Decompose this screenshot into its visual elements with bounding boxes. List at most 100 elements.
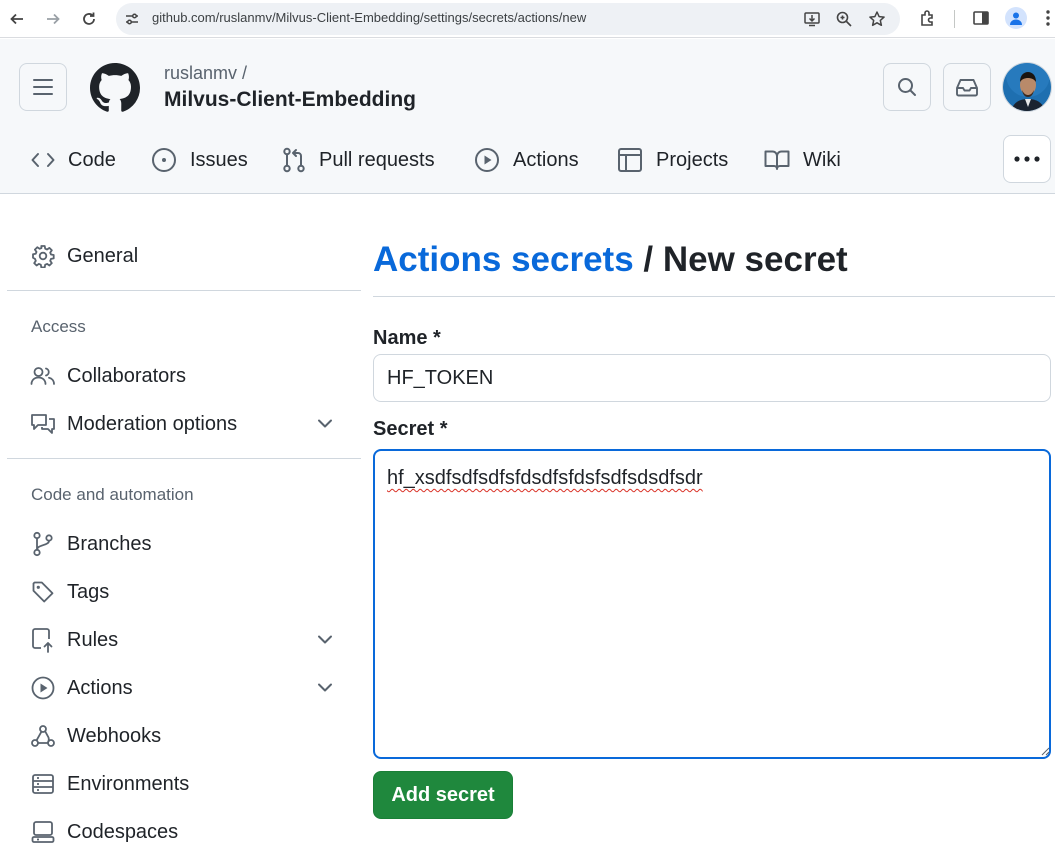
tag-icon (30, 579, 56, 605)
repo-owner-link[interactable]: ruslanmv / (164, 63, 247, 84)
secret-value-textarea[interactable]: hf_xsdfsdfsdfsfdsdfsfdsfsdfsdsdfsdr (373, 449, 1051, 759)
tab-actions-label: Actions (513, 148, 579, 171)
webhook-icon (30, 723, 56, 749)
tab-code-label: Code (68, 148, 116, 171)
toolbar-divider (954, 10, 955, 28)
tab-pull-requests[interactable]: Pull requests (282, 135, 435, 185)
sidebar-item-codespaces-label: Codespaces (67, 820, 179, 843)
git-pull-request-icon (283, 147, 305, 173)
tab-projects[interactable]: Projects (617, 135, 728, 185)
sidebar-item-environments[interactable]: Environments (30, 764, 340, 804)
resize-handle-icon[interactable] (1040, 746, 1050, 756)
page-title: Actions secrets / New secret (373, 240, 848, 280)
sidebar-item-webhooks-label: Webhooks (67, 724, 162, 747)
table-icon (618, 148, 642, 172)
menu-kebab-icon[interactable] (1037, 7, 1055, 29)
tab-issues[interactable]: Issues (151, 135, 248, 185)
sidebar-item-branches-label: Branches (67, 532, 152, 555)
codespaces-icon (30, 819, 56, 845)
sidebar-item-collaborators[interactable]: Collaborators (30, 356, 340, 396)
site-info-icon[interactable] (123, 10, 141, 28)
sidebar-item-tags-label: Tags (67, 580, 110, 603)
profile-icon (1005, 7, 1027, 29)
sidebar-item-moderation-label: Moderation options (67, 412, 238, 435)
secret-value-text: hf_xsdfsdfsdfsfdsdfsfdsfsdfsdsdfsdr (387, 467, 703, 489)
chevron-down-icon[interactable] (316, 630, 334, 648)
bookmark-star-icon[interactable] (867, 9, 887, 29)
sidebar-item-actions[interactable]: Actions (30, 668, 340, 708)
sidebar-item-webhooks[interactable]: Webhooks (30, 716, 340, 756)
tab-issues-label: Issues (190, 148, 248, 171)
git-branch-icon (30, 531, 56, 557)
sidebar-item-rules-label: Rules (67, 628, 119, 651)
chevron-down-icon[interactable] (316, 414, 334, 432)
sidebar-item-rules[interactable]: Rules (30, 620, 340, 660)
sidebar-divider (7, 290, 361, 291)
sidebar-item-branches[interactable]: Branches (30, 524, 340, 564)
tab-code[interactable]: Code (31, 135, 116, 185)
gear-icon (30, 243, 56, 269)
breadcrumb-actions-secrets-link[interactable]: Actions secrets (373, 240, 634, 279)
zoom-icon[interactable] (834, 9, 854, 29)
code-icon (31, 153, 55, 167)
book-icon (764, 150, 790, 170)
arrow-right-icon (47, 13, 60, 25)
github-mark-icon (90, 63, 140, 112)
page-title-text: New secret (662, 240, 848, 279)
name-field-label: Name * (373, 327, 441, 349)
hamburger-icon (33, 79, 53, 95)
issue-opened-icon (152, 148, 176, 172)
tab-projects-label: Projects (656, 148, 729, 171)
sidebar-item-general-label: General (67, 244, 139, 267)
url-text: github.com/ruslanmv/Milvus-Client-Embedd… (152, 10, 587, 25)
sidebar-item-environments-label: Environments (67, 772, 190, 795)
sidebar-divider (7, 458, 361, 459)
breadcrumb-separator: / (633, 240, 663, 279)
sidebar-item-tags[interactable]: Tags (30, 572, 340, 612)
back-button[interactable] (4, 6, 30, 32)
chevron-down-icon[interactable] (316, 678, 334, 696)
repo-header: ruslanmv / Milvus-Client-Embedding Code … (0, 39, 1055, 194)
tab-wiki-label: Wiki (803, 148, 841, 171)
side-panel-icon[interactable] (970, 7, 992, 29)
play-icon (475, 148, 499, 172)
hamburger-menu-button[interactable] (19, 63, 67, 111)
extensions-icon[interactable] (917, 7, 939, 29)
github-logo[interactable] (90, 63, 140, 113)
user-avatar-icon (1003, 63, 1051, 111)
play-icon (30, 675, 56, 701)
avatar[interactable] (1002, 62, 1052, 112)
search-icon (898, 78, 916, 96)
title-divider (373, 296, 1055, 297)
sidebar-item-moderation[interactable]: Moderation options (30, 404, 340, 444)
tab-pull-requests-label: Pull requests (319, 148, 435, 171)
reload-button[interactable] (76, 6, 102, 32)
sidebar-heading-code-automation: Code and automation (31, 485, 194, 504)
profile-button[interactable] (1005, 7, 1027, 29)
browser-toolbar: github.com/ruslanmv/Milvus-Client-Embedd… (0, 0, 1055, 38)
search-button[interactable] (883, 63, 931, 111)
server-icon (30, 771, 56, 797)
forward-button[interactable] (40, 6, 66, 32)
people-icon (30, 363, 56, 389)
repo-push-icon (30, 627, 56, 653)
sidebar-item-collaborators-label: Collaborators (67, 364, 186, 387)
kebab-horizontal-icon (1014, 156, 1040, 162)
secret-field-label: Secret * (373, 418, 448, 440)
sidebar-heading-access: Access (31, 317, 86, 336)
reload-icon (83, 12, 95, 25)
tab-actions[interactable]: Actions (474, 135, 579, 185)
tab-wiki[interactable]: Wiki (764, 135, 841, 185)
inbox-icon (956, 79, 978, 97)
more-tabs-button[interactable] (1003, 135, 1051, 183)
inbox-button[interactable] (943, 63, 991, 111)
install-app-icon[interactable] (802, 9, 822, 29)
add-secret-button[interactable]: Add secret (373, 771, 513, 819)
secret-name-input[interactable] (373, 354, 1051, 402)
sidebar-item-general[interactable]: General (30, 236, 340, 276)
sidebar-item-codespaces[interactable]: Codespaces (30, 812, 340, 846)
repo-name-link[interactable]: Milvus-Client-Embedding (164, 88, 416, 112)
arrow-left-icon (10, 13, 23, 25)
address-bar[interactable]: github.com/ruslanmv/Milvus-Client-Embedd… (116, 3, 900, 35)
comment-discussion-icon (30, 411, 56, 437)
